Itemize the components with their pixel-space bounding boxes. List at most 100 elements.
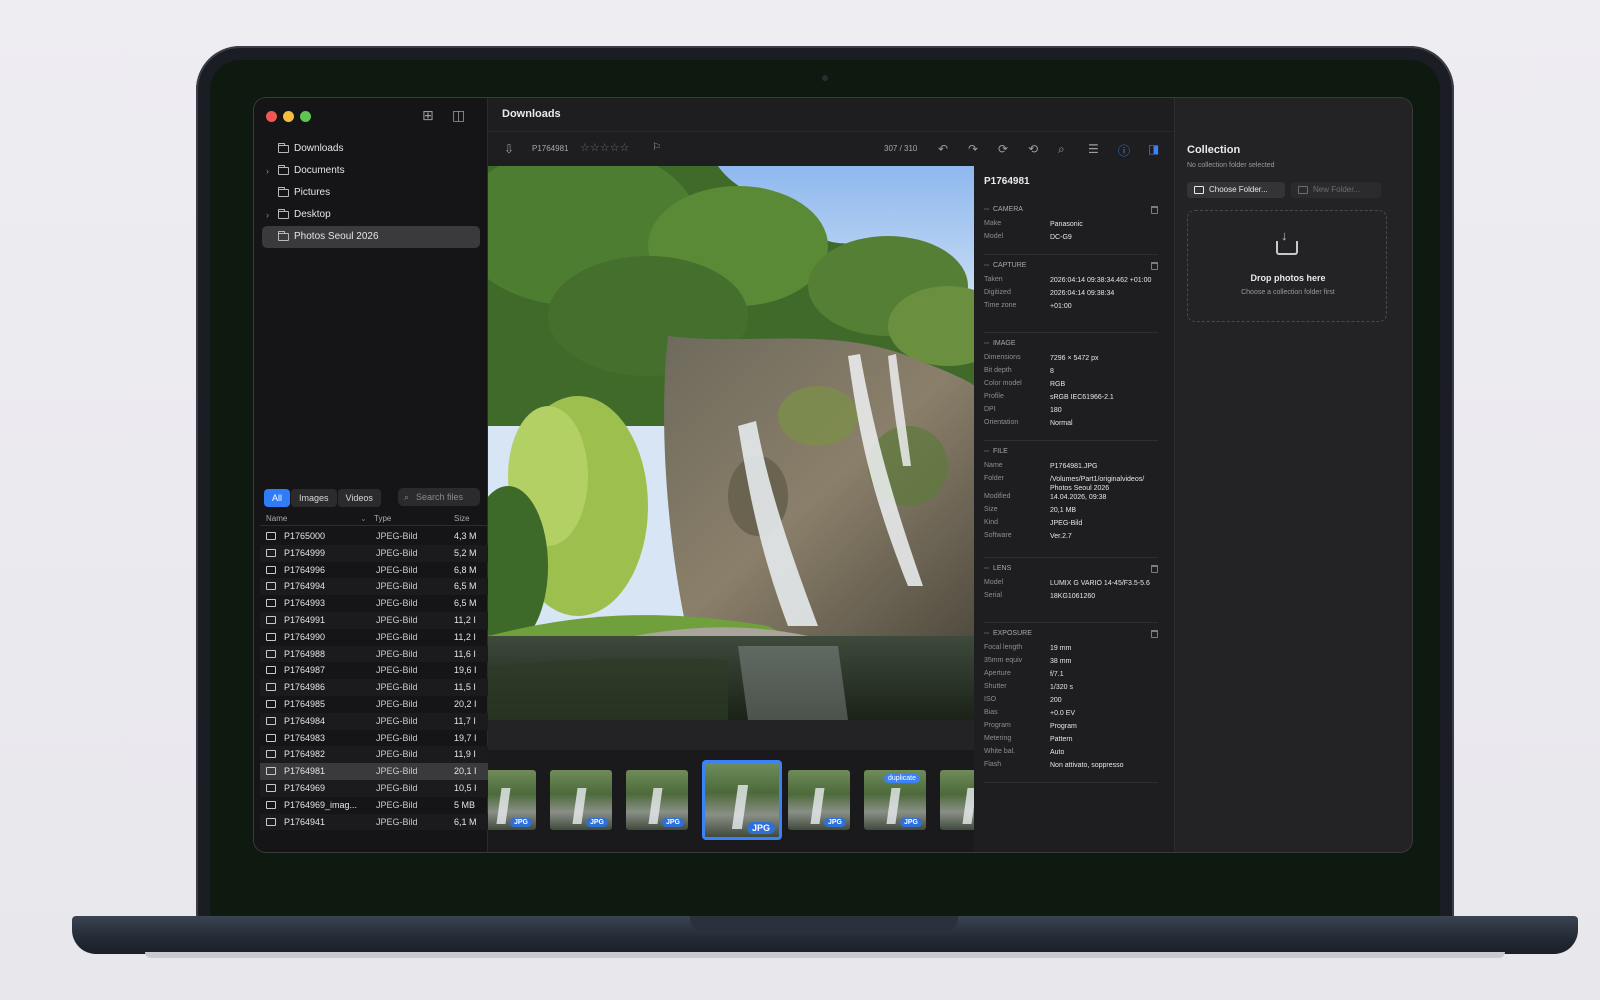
new-folder-icon [1298, 186, 1308, 194]
metadata-row: White bal. Auto [984, 748, 1158, 761]
photo-dropzone[interactable]: ↓ Drop photos here Choose a collection f… [1187, 210, 1387, 322]
file-row[interactable]: P1764981 JPEG-Bild 20,1 I [260, 763, 488, 780]
drop-title: Drop photos here [1250, 273, 1326, 283]
column-name[interactable]: Name [266, 514, 287, 523]
file-type: JPEG-Bild [376, 614, 418, 625]
metadata-value: P1764981.JPG [1050, 463, 1098, 470]
app-window: ⊞ ◫ Downloads › Documents Pictures › Desktop P… [254, 98, 1412, 852]
metadata-value: 20,1 MB [1050, 507, 1077, 514]
sidebar-folder-item[interactable]: › Desktop [262, 204, 480, 226]
metadata-row: Flash Non attivato, soppresso [984, 761, 1158, 774]
rotate-left-icon[interactable]: ⟲ [1028, 142, 1038, 156]
metadata-row: Focal length 19 mm [984, 644, 1158, 657]
zoom-window-button[interactable] [300, 111, 311, 122]
collapse-icon[interactable]: ═ [984, 448, 989, 455]
toggle-sidebar-icon[interactable]: ◫ [452, 107, 465, 124]
file-row[interactable]: P1764990 JPEG-Bild 11,2 I [260, 629, 488, 646]
file-row[interactable]: P1764969_imag... JPEG-Bild 5 MB [260, 797, 488, 814]
metadata-key: Metering [984, 735, 1012, 742]
metadata-value: 8 [1050, 368, 1054, 375]
file-size: 4,3 M [454, 531, 477, 541]
trash-icon[interactable] [1151, 630, 1158, 638]
file-size: 19,7 I [454, 732, 477, 743]
filter-videos-button[interactable]: Videos [337, 489, 381, 507]
minimize-window-button[interactable] [283, 111, 294, 122]
column-type[interactable]: Type [374, 514, 391, 523]
undo-icon[interactable]: ↶ [938, 142, 948, 156]
trash-icon[interactable] [1151, 262, 1158, 270]
metadata-row: Taken 2026:04:14 09:38:34.462 +01:00 [984, 276, 1158, 289]
file-row[interactable]: P1764984 JPEG-Bild 11,7 I [260, 712, 488, 730]
choose-folder-button[interactable]: Choose Folder... [1187, 182, 1285, 198]
metadata-value: 18KG1061260 [1050, 593, 1096, 600]
collapse-icon[interactable]: ═ [984, 630, 989, 637]
file-row[interactable]: P1764986 JPEG-Bild 11,5 I [260, 679, 488, 696]
import-icon[interactable]: ⇩ [504, 142, 514, 156]
metadata-key: Aperture [984, 670, 1011, 677]
file-row[interactable]: P1764969 JPEG-Bild 10,5 I [260, 779, 488, 797]
rotate-right-icon[interactable]: ⟳ [998, 142, 1008, 156]
filter-all-button[interactable]: All [264, 489, 291, 507]
image-file-icon [266, 532, 276, 540]
filter-images-button[interactable]: Images [291, 489, 337, 507]
current-filename: P1764981 [532, 144, 569, 153]
sidebar-folder-item[interactable]: Downloads [262, 138, 480, 160]
zoom-icon[interactable]: ⌕ [1058, 142, 1065, 157]
folder-icon [278, 231, 289, 241]
flag-icon[interactable]: ⚐ [652, 142, 661, 153]
metadata-section-file: ═ FILE Name P1764981.JPG Folder/Volumes/Part… [984, 448, 1158, 545]
collapse-icon[interactable]: ═ [984, 262, 989, 269]
star-rating[interactable]: ☆☆☆☆☆ [580, 141, 629, 154]
file-row[interactable]: P1764996 JPEG-Bild 6,8 M [260, 562, 488, 579]
new-folder-icon[interactable]: ⊞ [422, 107, 434, 124]
image-file-icon [266, 683, 276, 692]
trash-icon[interactable] [1151, 565, 1158, 573]
metadata-value: 14.04.2026, 09:38 [1050, 494, 1107, 501]
file-row[interactable]: P1764988 JPEG-Bild 11,6 I [260, 645, 488, 663]
file-row[interactable]: P1764987 JPEG-Bild 19,6 I [260, 662, 488, 679]
chevron-right-icon[interactable]: › [266, 204, 269, 226]
metadata-inspector: P1764981 ═ CAMERA Make Panasonic Model DC-G9 ═… [974, 166, 1174, 852]
file-row[interactable]: P1764985 JPEG-Bild 20,2 I [260, 696, 488, 713]
file-row[interactable]: P1765000 JPEG-Bild 4,3 M [260, 528, 488, 545]
file-list-header: Name ⌄ Type Size [260, 512, 488, 526]
file-row[interactable]: P1764991 JPEG-Bild 11,2 I [260, 611, 488, 629]
column-size[interactable]: Size [454, 514, 470, 523]
filmstrip-thumbnail[interactable]: JPG [702, 760, 782, 840]
chevron-right-icon[interactable]: › [266, 160, 269, 182]
sidebar-folder-item[interactable]: › Documents [262, 160, 480, 182]
collapse-icon[interactable]: ═ [984, 340, 989, 347]
file-row[interactable]: P1764999 JPEG-Bild 5,2 M [260, 544, 488, 562]
filmstrip-thumbnail[interactable]: JPG [488, 770, 536, 830]
sidebar-folder-item[interactable]: Photos Seoul 2026 [262, 226, 480, 248]
image-file-icon [266, 767, 276, 776]
section-header: ═ LENS [984, 565, 1158, 579]
file-row[interactable]: P1764982 JPEG-Bild 11,9 I [260, 746, 488, 764]
file-type: JPEG-Bild [376, 531, 418, 541]
file-row[interactable]: P1764983 JPEG-Bild 19,7 I [260, 730, 488, 747]
file-type: JPEG-Bild [376, 698, 418, 709]
search-files-input[interactable]: ⌕ Search files [398, 488, 480, 506]
sidebar-folder-item[interactable]: Pictures [262, 182, 480, 204]
sort-chevron-icon[interactable]: ⌄ [360, 514, 367, 523]
folder-plus-icon [1194, 186, 1204, 194]
inspector-panel-icon[interactable]: ◨ [1148, 142, 1159, 156]
file-row[interactable]: P1764994 JPEG-Bild 6,5 M [260, 578, 488, 596]
filmstrip-divider [488, 720, 988, 750]
redo-icon[interactable]: ↷ [968, 142, 978, 156]
filmstrip-thumbnail[interactable]: JPG [788, 770, 850, 830]
collapse-icon[interactable]: ═ [984, 565, 989, 572]
trash-icon[interactable] [1151, 206, 1158, 214]
metadata-value: Auto [1050, 749, 1065, 756]
file-row[interactable]: P1764993 JPEG-Bild 6,5 M [260, 595, 488, 612]
filmstrip-thumbnail[interactable]: JPG [626, 770, 688, 830]
metadata-value: Panasonic [1050, 221, 1083, 228]
adjustments-icon[interactable]: ☰ [1088, 142, 1099, 156]
close-window-button[interactable] [266, 111, 277, 122]
filmstrip-thumbnail[interactable]: duplicate JPG [864, 770, 926, 830]
file-row[interactable]: P1764941 JPEG-Bild 6,1 M [260, 813, 488, 831]
new-folder-button[interactable]: New Folder... [1291, 182, 1381, 198]
filmstrip-thumbnail[interactable]: JPG [550, 770, 612, 830]
main-photo[interactable] [488, 166, 988, 720]
collapse-icon[interactable]: ═ [984, 206, 989, 213]
